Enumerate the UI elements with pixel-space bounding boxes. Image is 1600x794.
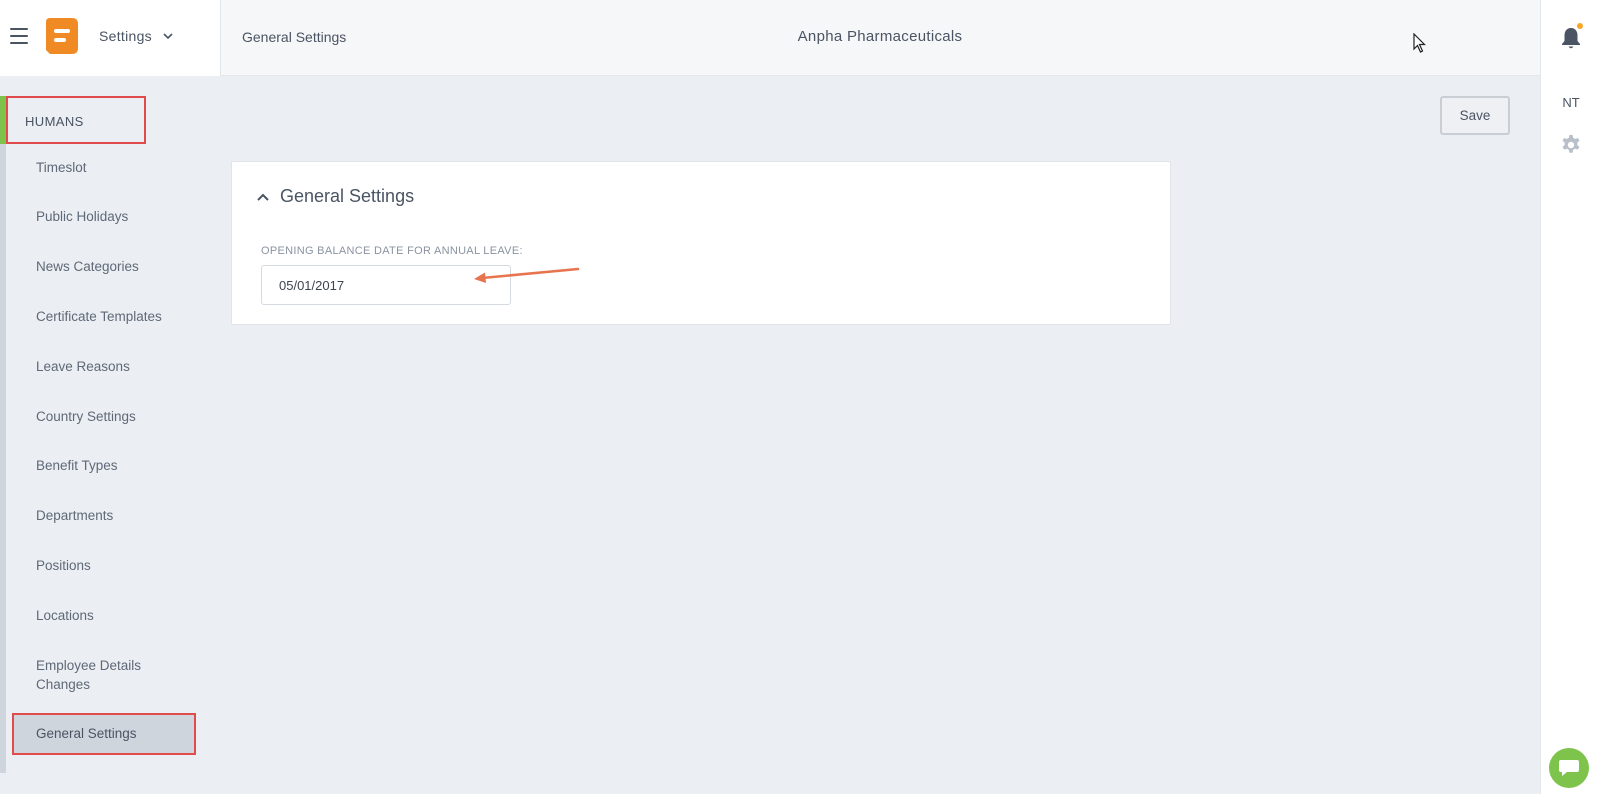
- sidebar-item-general-settings[interactable]: General Settings: [12, 713, 196, 755]
- opening-balance-date-label: OPENING BALANCE DATE FOR ANNUAL LEAVE:: [261, 245, 523, 257]
- gear-icon[interactable]: [1560, 134, 1582, 156]
- sidebar-item-locations[interactable]: Locations: [36, 606, 94, 625]
- right-rail: NT: [1540, 0, 1600, 794]
- brand-area: Settings: [0, 0, 221, 76]
- general-settings-card: General Settings OPENING BALANCE DATE FO…: [231, 161, 1171, 325]
- settings-sidebar: HUMANS Timeslot Public Holidays News Cat…: [0, 76, 221, 794]
- sidebar-rail: [0, 96, 6, 773]
- sidebar-item-timeslot[interactable]: Timeslot: [36, 158, 87, 177]
- sidebar-item-leave-reasons[interactable]: Leave Reasons: [36, 357, 130, 376]
- app-switcher-dropdown[interactable]: Settings: [99, 28, 174, 44]
- sidebar-item-certificate-templates[interactable]: Certificate Templates: [36, 307, 162, 326]
- user-avatar[interactable]: NT: [1541, 95, 1600, 110]
- chat-bubble-icon: [1559, 760, 1579, 776]
- annotation-arrow-icon: [474, 267, 580, 283]
- app-switcher-label: Settings: [99, 28, 152, 44]
- sidebar-item-employee-details-changes[interactable]: Employee Details Changes: [36, 656, 186, 694]
- sidebar-item-departments[interactable]: Departments: [36, 506, 113, 525]
- chat-support-button[interactable]: [1549, 748, 1589, 788]
- sidebar-item-country-settings[interactable]: Country Settings: [36, 407, 136, 426]
- sidebar-item-news-categories[interactable]: News Categories: [36, 257, 139, 276]
- top-bar: Settings General Settings Anpha Pharmace…: [0, 0, 1540, 76]
- company-name: Anpha Pharmaceuticals: [797, 28, 963, 45]
- app-logo[interactable]: [46, 18, 78, 54]
- sidebar-section-humans[interactable]: HUMANS: [6, 96, 146, 144]
- sidebar-item-benefit-types[interactable]: Benefit Types: [36, 456, 118, 475]
- sidebar-item-public-holidays[interactable]: Public Holidays: [36, 207, 128, 226]
- hamburger-menu-icon[interactable]: [10, 28, 28, 46]
- chevron-down-icon: [163, 33, 173, 40]
- chevron-up-icon: [257, 193, 269, 201]
- mouse-pointer-icon: [1413, 33, 1426, 53]
- card-collapse-toggle[interactable]: General Settings: [256, 186, 414, 207]
- card-title: General Settings: [280, 186, 415, 206]
- sidebar-item-positions[interactable]: Positions: [36, 556, 91, 575]
- save-button[interactable]: Save: [1440, 96, 1510, 135]
- breadcrumb: General Settings: [242, 29, 347, 45]
- notification-badge: [1576, 22, 1584, 30]
